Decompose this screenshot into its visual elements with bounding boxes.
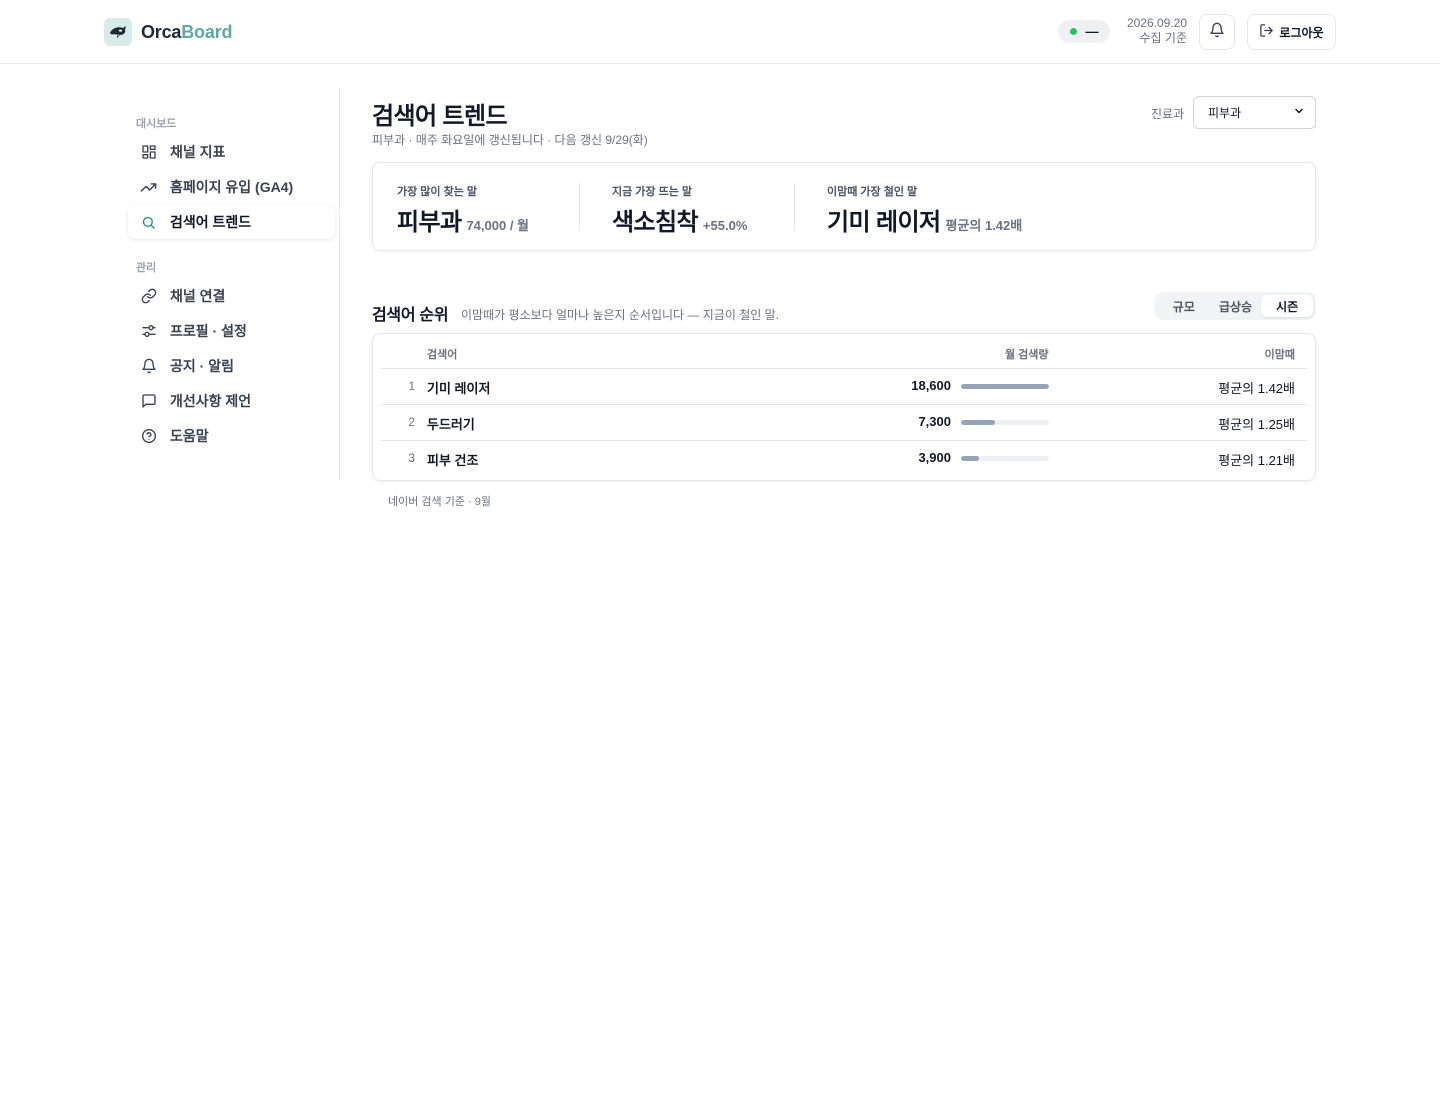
grid-icon [140,144,157,161]
sidebar-section-manage: 관리 [136,262,157,274]
sidebar-item-label: 검색어 트렌드 [170,214,252,230]
stat-most-searched: 가장 많이 찾는 말 피부과 74,000 / 월 [397,183,529,237]
tab-season[interactable]: 시즌 [1261,295,1314,317]
status-badge: — [1058,20,1110,43]
stat-meta: 평균의 1.42배 [945,218,1023,233]
help-circle-icon [140,428,157,445]
stat-label: 지금 가장 뜨는 말 [612,186,693,198]
logout-label: 로그아웃 [1279,25,1324,40]
column-header-term: 검색어 [427,349,458,361]
term-cell: 피부 건조 [427,453,479,468]
sidebar-item-label: 개선사항 제언 [170,393,252,409]
data-source-note: 네이버 검색 기준 · 9월 [388,496,491,508]
ranking-title: 검색어 순위 [372,307,449,324]
message-icon [140,393,157,410]
rank-cell: 1 [408,379,415,393]
sliders-icon [140,323,157,340]
notifications-button[interactable] [1199,14,1235,50]
brand-name: OrcaBoard [141,21,233,42]
rank-cell: 3 [408,451,415,465]
stat-value: 색소침착 [612,209,699,236]
sidebar-item-label: 공지 · 알림 [170,358,234,374]
collection-date-caption: 수집 기준 [1139,31,1188,45]
chevron-down-icon [1293,105,1305,120]
orca-logo-icon [104,18,132,46]
volume-cell: 7,300 [918,414,951,429]
stat-label: 가장 많이 찾는 말 [397,186,478,198]
term-cell: 두드러기 [427,417,475,432]
bell-icon [140,358,157,375]
table-row[interactable]: 3 피부 건조 3,900 평균의 1.21배 [381,440,1307,476]
sidebar-item-label: 프로필 · 설정 [170,323,247,339]
page-title: 검색어 트렌드 [372,103,508,130]
status-dot-icon [1069,28,1077,35]
volume-bar [961,420,996,425]
volume-bar-track [961,384,1049,389]
rank-cell: 2 [408,415,415,429]
sidebar-item-label: 홈페이지 유입 (GA4) [170,179,294,195]
sidebar-item-suggestions[interactable]: 개선사항 제언 [128,384,335,418]
search-icon [140,214,157,231]
sidebar-item-channel-connect[interactable]: 채널 연결 [128,279,335,313]
sidebar-item-label: 채널 연결 [170,288,226,304]
sidebar-item-search-trends[interactable]: 검색어 트렌드 [128,205,335,239]
stat-value: 기미 레이저 [827,209,941,236]
stat-rising: 지금 가장 뜨는 말 색소침착 +55.0% [612,183,747,237]
volume-bar-track [961,420,1049,425]
sidebar-item-label: 도움말 [170,428,209,444]
dept-select[interactable]: 피부과 [1193,96,1316,129]
dept-select-value: 피부과 [1208,106,1242,120]
column-header-season: 이맘때 [1264,349,1295,361]
summary-card: 가장 많이 찾는 말 피부과 74,000 / 월 지금 가장 뜨는 말 색소침… [372,162,1316,251]
volume-cell: 3,900 [918,450,951,465]
season-cell: 평균의 1.42배 [1218,381,1295,396]
bell-icon [1209,22,1225,43]
sidebar-item-label: 채널 지표 [170,144,226,160]
sidebar-item-notices[interactable]: 공지 · 알림 [128,349,335,383]
stat-divider [794,183,795,231]
page-subtitle: 피부과 · 매주 화요일에 갱신됩니다 · 다음 갱신 9/29(화) [372,133,648,147]
sidebar-item-channel-metrics[interactable]: 채널 지표 [128,135,335,169]
tab-rising[interactable]: 급상승 [1210,295,1262,317]
logout-button[interactable]: 로그아웃 [1247,14,1336,50]
stat-seasonal: 이맘때 가장 철인 말 기미 레이저 평균의 1.42배 [827,183,1022,237]
table-row[interactable]: 1 기미 레이저 18,600 평균의 1.42배 [381,368,1307,404]
ranking-table: 검색어 월 검색량 이맘때 1 기미 레이저 18,600 평균의 1.42배 … [372,333,1316,481]
stat-value: 피부과 [397,209,462,236]
ranking-description: 이맘때가 평소보다 얼마나 높은지 순서입니다 — 지금이 철인 말. [461,308,780,322]
stat-divider [579,183,580,231]
ranking-sort-tabs: 규모 급상승 시즌 [1155,292,1316,320]
collection-date-value: 2026.09.20 [1126,16,1187,30]
sidebar-item-homepage-ga4[interactable]: 홈페이지 유입 (GA4) [128,170,335,204]
top-bar: OrcaBoard — 2026.09.20 수집 기준 로그아웃 [0,0,1440,64]
term-cell: 기미 레이저 [427,381,491,396]
stat-meta: 74,000 / 월 [466,218,530,233]
season-cell: 평균의 1.25배 [1218,417,1295,432]
sidebar: 대시보드 채널 지표 홈페이지 유입 (GA4) 검색어 트렌드 관리 채널 연… [128,88,340,480]
trending-up-icon [140,179,157,196]
tab-scale[interactable]: 규모 [1158,295,1210,317]
volume-bar [961,384,1049,389]
column-header-volume: 월 검색량 [1005,349,1049,361]
link-icon [140,288,157,305]
sidebar-item-help[interactable]: 도움말 [128,419,335,453]
stat-label: 이맘때 가장 철인 말 [827,186,918,198]
volume-bar-track [961,456,1049,461]
table-row[interactable]: 2 두드러기 7,300 평균의 1.25배 [381,404,1307,440]
sidebar-section-dashboard: 대시보드 [136,118,177,130]
stat-meta: +55.0% [702,218,748,233]
brand[interactable]: OrcaBoard [104,18,232,46]
status-text: — [1085,24,1099,39]
dept-select-label: 진료과 [1151,107,1185,121]
sidebar-item-profile-settings[interactable]: 프로필 · 설정 [128,314,335,348]
collection-date: 2026.09.20 수집 기준 [1127,16,1187,46]
logout-icon [1259,23,1274,41]
volume-cell: 18,600 [911,378,951,393]
season-cell: 평균의 1.21배 [1218,453,1295,468]
volume-bar [961,456,980,461]
